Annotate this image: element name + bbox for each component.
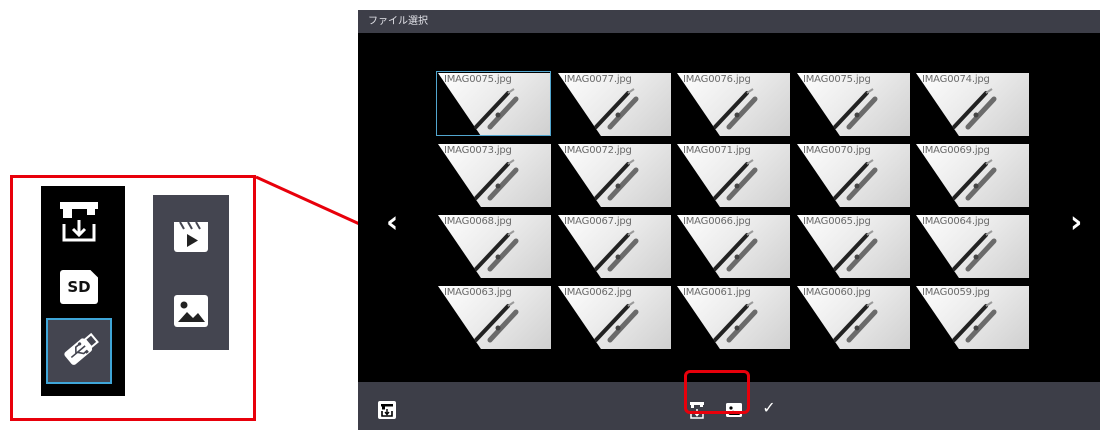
pen-photo-icon	[713, 159, 758, 201]
file-name-label: IMAG0075.jpg	[803, 74, 871, 85]
document-camera-source-button[interactable]	[46, 188, 112, 254]
file-thumbnail[interactable]: IMAG0075.jpg	[436, 71, 551, 136]
file-thumbnail[interactable]: IMAG0061.jpg	[677, 286, 790, 349]
file-thumbnail[interactable]: IMAG0063.jpg	[438, 286, 551, 349]
file-thumbnail[interactable]: IMAG0062.jpg	[558, 286, 671, 349]
window-title: ファイル選択	[358, 10, 1100, 33]
file-thumbnail[interactable]: IMAG0073.jpg	[438, 144, 551, 207]
document-camera-icon	[378, 401, 396, 419]
file-name-label: IMAG0061.jpg	[683, 287, 751, 298]
document-camera-mode-button[interactable]	[376, 399, 398, 421]
file-thumbnail[interactable]: IMAG0059.jpg	[916, 286, 1029, 349]
sd-card-source-button[interactable]: SD	[46, 254, 112, 320]
pen-photo-icon	[833, 230, 878, 272]
file-name-label: IMAG0066.jpg	[683, 216, 751, 227]
source-selector: SD	[41, 186, 125, 396]
file-name-label: IMAG0067.jpg	[564, 216, 632, 227]
file-thumbnail[interactable]: IMAG0060.jpg	[797, 286, 910, 349]
previous-page-arrow[interactable]: ‹	[386, 208, 398, 238]
image-type-button[interactable]	[153, 273, 229, 349]
file-thumbnail-grid: IMAG0075.jpg IMAG0077.jpg IMAG0076.jpg IMAG…	[436, 71, 1029, 353]
pen-photo-icon	[474, 88, 519, 130]
pen-photo-icon	[713, 88, 758, 130]
file-thumbnail[interactable]: IMAG0076.jpg	[677, 73, 790, 136]
file-name-label: IMAG0075.jpg	[444, 74, 512, 85]
file-thumbnail[interactable]: IMAG0066.jpg	[677, 215, 790, 278]
file-thumbnail[interactable]: IMAG0077.jpg	[558, 73, 671, 136]
file-thumbnail[interactable]: IMAG0074.jpg	[916, 73, 1029, 136]
pen-photo-icon	[952, 230, 997, 272]
pen-photo-icon	[713, 230, 758, 272]
pen-photo-icon	[594, 230, 639, 272]
pen-photo-icon	[594, 301, 639, 343]
file-name-label: IMAG0077.jpg	[564, 74, 632, 85]
usb-icon	[64, 332, 99, 365]
pen-photo-icon	[833, 301, 878, 343]
image-icon	[174, 295, 208, 327]
file-type-selector	[153, 195, 229, 350]
video-type-button[interactable]	[153, 197, 229, 273]
file-thumbnail[interactable]: IMAG0070.jpg	[797, 144, 910, 207]
pen-photo-icon	[833, 159, 878, 201]
sd-card-icon: SD	[60, 270, 98, 304]
pen-photo-icon	[594, 159, 639, 201]
next-page-arrow[interactable]: ›	[1070, 208, 1082, 238]
video-clapper-icon	[174, 221, 208, 252]
file-name-label: IMAG0062.jpg	[564, 287, 632, 298]
file-name-label: IMAG0074.jpg	[922, 74, 990, 85]
file-name-label: IMAG0071.jpg	[683, 145, 751, 156]
confirm-button[interactable]: ✓	[758, 396, 780, 418]
file-name-label: IMAG0070.jpg	[803, 145, 871, 156]
pen-photo-icon	[952, 301, 997, 343]
toolbar-highlight-box	[684, 370, 750, 414]
sd-card-label: SD	[67, 278, 91, 296]
file-name-label: IMAG0065.jpg	[803, 216, 871, 227]
pen-photo-icon	[474, 301, 519, 343]
file-thumbnail[interactable]: IMAG0068.jpg	[438, 215, 551, 278]
pen-photo-icon	[833, 88, 878, 130]
file-name-label: IMAG0069.jpg	[922, 145, 990, 156]
pen-photo-icon	[474, 230, 519, 272]
file-thumbnail[interactable]: IMAG0071.jpg	[677, 144, 790, 207]
pen-photo-icon	[952, 88, 997, 130]
zoom-callout: SD	[10, 175, 256, 421]
file-name-label: IMAG0076.jpg	[683, 74, 751, 85]
pen-photo-icon	[474, 159, 519, 201]
pen-photo-icon	[713, 301, 758, 343]
file-thumbnail[interactable]: IMAG0072.jpg	[558, 144, 671, 207]
document-camera-icon	[60, 202, 98, 242]
file-thumbnail[interactable]: IMAG0064.jpg	[916, 215, 1029, 278]
file-name-label: IMAG0072.jpg	[564, 145, 632, 156]
file-thumbnail[interactable]: IMAG0069.jpg	[916, 144, 1029, 207]
device-screen: ファイル選択 ‹ › IMAG0075.jpg IMAG0077.jpg IMAG0…	[358, 10, 1100, 430]
file-name-label: IMAG0059.jpg	[922, 287, 990, 298]
file-thumbnail[interactable]: IMAG0067.jpg	[558, 215, 671, 278]
pen-photo-icon	[594, 88, 639, 130]
file-name-label: IMAG0068.jpg	[444, 216, 512, 227]
file-thumbnail[interactable]: IMAG0065.jpg	[797, 215, 910, 278]
pen-photo-icon	[952, 159, 997, 201]
file-thumbnail[interactable]: IMAG0075.jpg	[797, 73, 910, 136]
file-name-label: IMAG0064.jpg	[922, 216, 990, 227]
file-name-label: IMAG0060.jpg	[803, 287, 871, 298]
file-name-label: IMAG0073.jpg	[444, 145, 512, 156]
file-name-label: IMAG0063.jpg	[444, 287, 512, 298]
usb-source-button[interactable]	[46, 318, 112, 384]
